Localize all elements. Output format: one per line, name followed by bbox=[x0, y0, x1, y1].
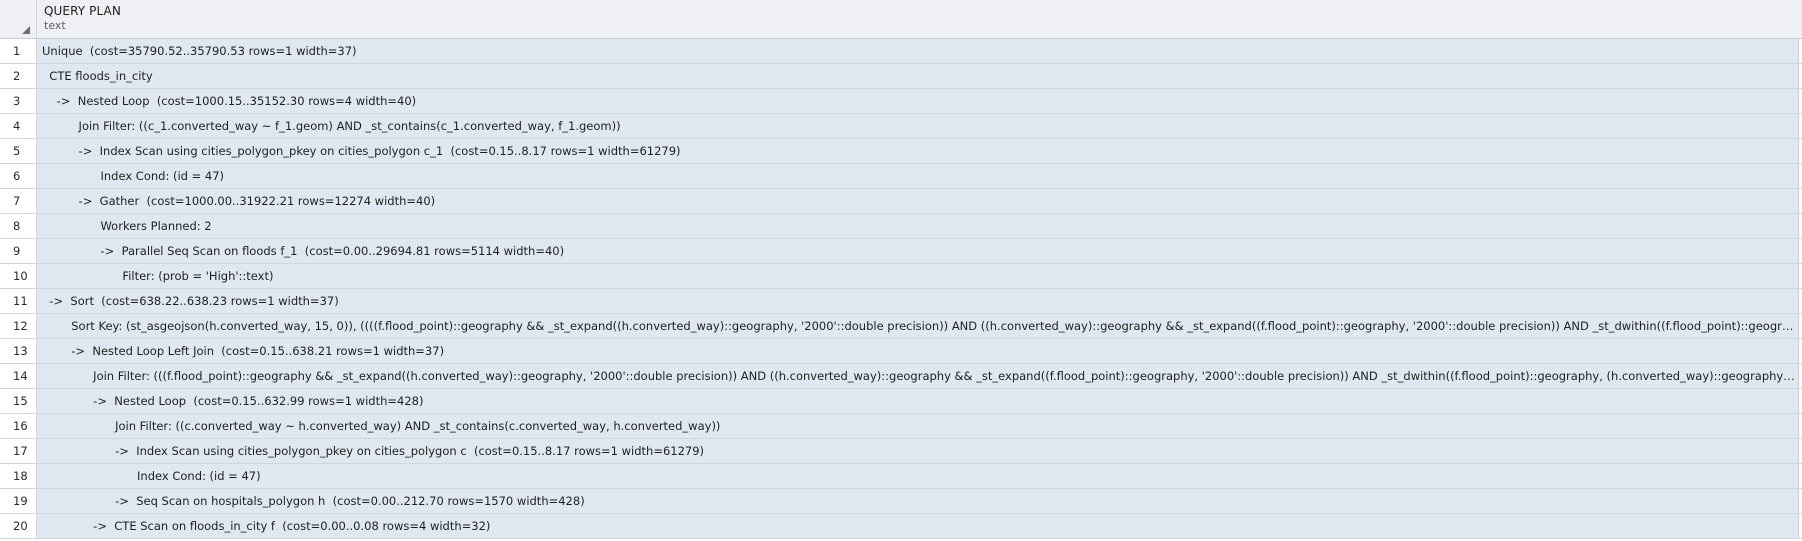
query-plan-cell[interactable]: CTE floods_in_city bbox=[37, 64, 1799, 88]
table-row[interactable]: 4 Join Filter: ((c_1.converted_way ~ f_1… bbox=[0, 114, 1802, 139]
query-plan-cell[interactable]: Index Cond: (id = 47) bbox=[37, 464, 1799, 488]
row-number[interactable]: 3 bbox=[0, 89, 37, 113]
query-plan-cell[interactable]: Join Filter: (((f.flood_point)::geograph… bbox=[37, 364, 1799, 388]
row-number[interactable]: 15 bbox=[0, 389, 37, 413]
row-number[interactable]: 1 bbox=[0, 39, 37, 63]
query-plan-cell[interactable]: Sort Key: (st_asgeojson(h.converted_way,… bbox=[37, 314, 1799, 338]
row-number[interactable]: 20 bbox=[0, 514, 37, 538]
table-row[interactable]: 20 -> CTE Scan on floods_in_city f (cost… bbox=[0, 514, 1802, 539]
table-row[interactable]: 11 -> Sort (cost=638.22..638.23 rows=1 w… bbox=[0, 289, 1802, 314]
table-row[interactable]: 5 -> Index Scan using cities_polygon_pke… bbox=[0, 139, 1802, 164]
query-plan-cell[interactable]: Join Filter: ((c_1.converted_way ~ f_1.g… bbox=[37, 114, 1799, 138]
query-plan-cell[interactable]: Index Cond: (id = 47) bbox=[37, 164, 1799, 188]
select-all-corner[interactable] bbox=[0, 0, 37, 38]
row-number[interactable]: 2 bbox=[0, 64, 37, 88]
table-row[interactable]: 18 Index Cond: (id = 47) bbox=[0, 464, 1802, 489]
row-number[interactable]: 17 bbox=[0, 439, 37, 463]
table-row[interactable]: 8 Workers Planned: 2 bbox=[0, 214, 1802, 239]
row-number[interactable]: 12 bbox=[0, 314, 37, 338]
table-row[interactable]: 14 Join Filter: (((f.flood_point)::geogr… bbox=[0, 364, 1802, 389]
column-type: text bbox=[44, 19, 66, 32]
row-number[interactable]: 11 bbox=[0, 289, 37, 313]
query-plan-cell[interactable]: -> Index Scan using cities_polygon_pkey … bbox=[37, 439, 1799, 463]
query-plan-cell[interactable]: -> Nested Loop Left Join (cost=0.15..638… bbox=[37, 339, 1799, 363]
table-row[interactable]: 12 Sort Key: (st_asgeojson(h.converted_w… bbox=[0, 314, 1802, 339]
query-plan-cell[interactable]: Workers Planned: 2 bbox=[37, 214, 1799, 238]
row-number[interactable]: 7 bbox=[0, 189, 37, 213]
grid-header: QUERY PLAN text bbox=[0, 0, 1802, 39]
query-plan-cell[interactable]: -> CTE Scan on floods_in_city f (cost=0.… bbox=[37, 514, 1799, 538]
table-row[interactable]: 19 -> Seq Scan on hospitals_polygon h (c… bbox=[0, 489, 1802, 514]
row-number[interactable]: 4 bbox=[0, 114, 37, 138]
column-header-query-plan[interactable]: QUERY PLAN text bbox=[37, 0, 1802, 38]
row-number[interactable]: 10 bbox=[0, 264, 37, 288]
query-plan-cell[interactable]: -> Sort (cost=638.22..638.23 rows=1 widt… bbox=[37, 289, 1799, 313]
select-all-icon bbox=[22, 26, 30, 34]
query-plan-cell[interactable]: Join Filter: ((c.converted_way ~ h.conve… bbox=[37, 414, 1799, 438]
query-plan-cell[interactable]: -> Nested Loop (cost=0.15..632.99 rows=1… bbox=[37, 389, 1799, 413]
query-plan-cell[interactable]: -> Index Scan using cities_polygon_pkey … bbox=[37, 139, 1799, 163]
table-row[interactable]: 1 Unique (cost=35790.52..35790.53 rows=1 … bbox=[0, 39, 1802, 64]
query-plan-cell[interactable]: Filter: (prob = 'High'::text) bbox=[37, 264, 1799, 288]
table-row[interactable]: 17 -> Index Scan using cities_polygon_pk… bbox=[0, 439, 1802, 464]
table-row[interactable]: 6 Index Cond: (id = 47) bbox=[0, 164, 1802, 189]
row-number[interactable]: 13 bbox=[0, 339, 37, 363]
table-row[interactable]: 10 Filter: (prob = 'High'::text) bbox=[0, 264, 1802, 289]
table-row[interactable]: 16 Join Filter: ((c.converted_way ~ h.co… bbox=[0, 414, 1802, 439]
row-number[interactable]: 8 bbox=[0, 214, 37, 238]
row-number[interactable]: 18 bbox=[0, 464, 37, 488]
grid-body: 1 Unique (cost=35790.52..35790.53 rows=1 … bbox=[0, 39, 1802, 539]
column-title: QUERY PLAN bbox=[44, 4, 121, 18]
row-number[interactable]: 16 bbox=[0, 414, 37, 438]
table-row[interactable]: 13 -> Nested Loop Left Join (cost=0.15..… bbox=[0, 339, 1802, 364]
query-plan-cell[interactable]: -> Parallel Seq Scan on floods f_1 (cost… bbox=[37, 239, 1799, 263]
query-plan-cell[interactable]: -> Nested Loop (cost=1000.15..35152.30 r… bbox=[37, 89, 1799, 113]
table-row[interactable]: 2 CTE floods_in_city bbox=[0, 64, 1802, 89]
query-plan-grid: QUERY PLAN text 1 Unique (cost=35790.52..… bbox=[0, 0, 1802, 541]
row-number[interactable]: 6 bbox=[0, 164, 37, 188]
query-plan-cell[interactable]: Unique (cost=35790.52..35790.53 rows=1 w… bbox=[37, 39, 1799, 63]
row-number[interactable]: 5 bbox=[0, 139, 37, 163]
query-plan-cell[interactable]: -> Seq Scan on hospitals_polygon h (cost… bbox=[37, 489, 1799, 513]
table-row[interactable]: 7 -> Gather (cost=1000.00..31922.21 rows… bbox=[0, 189, 1802, 214]
query-plan-cell[interactable]: -> Gather (cost=1000.00..31922.21 rows=1… bbox=[37, 189, 1799, 213]
row-number[interactable]: 14 bbox=[0, 364, 37, 388]
table-row[interactable]: 15 -> Nested Loop (cost=0.15..632.99 row… bbox=[0, 389, 1802, 414]
table-row[interactable]: 3 -> Nested Loop (cost=1000.15..35152.30… bbox=[0, 89, 1802, 114]
row-number[interactable]: 9 bbox=[0, 239, 37, 263]
row-number[interactable]: 19 bbox=[0, 489, 37, 513]
table-row[interactable]: 9 -> Parallel Seq Scan on floods f_1 (co… bbox=[0, 239, 1802, 264]
